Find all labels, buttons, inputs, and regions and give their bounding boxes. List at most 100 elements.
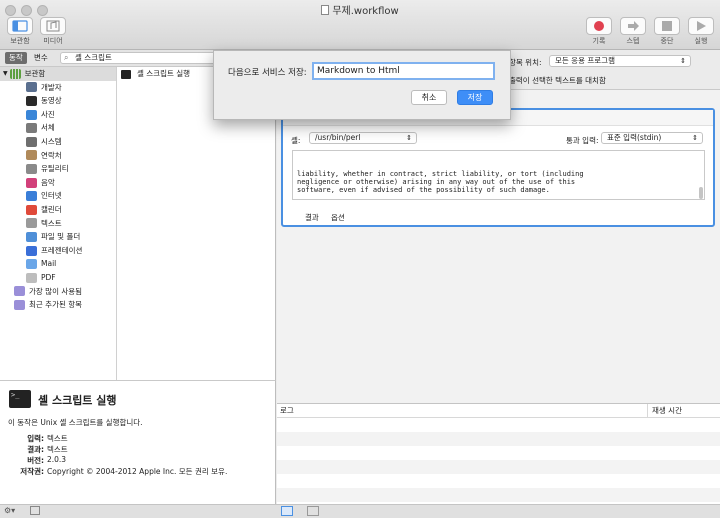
category-icon <box>26 163 37 174</box>
window-title-bar: 무제.workflow <box>0 2 720 17</box>
library-item-label: 음악 <box>41 177 55 187</box>
grid-view-button[interactable] <box>307 506 319 516</box>
log-panel: 로그 재생 시간 <box>277 403 720 504</box>
terminal-large-icon: >_ <box>9 390 31 408</box>
editor-scrollbar[interactable] <box>699 187 703 199</box>
library-root[interactable]: ▼ 보관함 <box>0 67 116 81</box>
play-icon <box>697 21 706 31</box>
log-header: 로그 재생 시간 <box>277 404 720 418</box>
category-icon <box>26 272 37 283</box>
script-line: negligence or otherwise) arising in any … <box>297 177 576 186</box>
category-icon <box>26 218 37 229</box>
save-service-dialog: 다음으로 서비스 저장: Markdown to Html 취소 저장 <box>213 50 511 120</box>
category-icon <box>26 82 37 93</box>
pass-input-popup[interactable]: 표준 입력(stdin) ⇕ <box>601 132 703 144</box>
description-title: 셸 스크립트 실행 <box>38 394 117 407</box>
library-item-label: Mail <box>41 259 57 269</box>
library-item[interactable]: 캘린더 <box>0 203 116 217</box>
smart-group-label: 가장 많이 사용됨 <box>29 286 83 296</box>
smart-folder-icon <box>14 286 25 297</box>
script-line: software, even if advised of the possibi… <box>297 186 550 195</box>
search-value: 셸 스크립트 <box>75 53 112 62</box>
media-button[interactable] <box>40 17 66 35</box>
shell-popup[interactable]: /usr/bin/perl ⇕ <box>309 132 417 144</box>
library-item[interactable]: 텍스트 <box>0 217 116 231</box>
library-item[interactable]: 사진 <box>0 108 116 122</box>
save-as-label: 다음으로 서비스 저장: <box>228 68 307 78</box>
window-title: 무제.workflow <box>332 6 399 17</box>
status-bar: ⚙▾ <box>0 504 720 518</box>
library-item-label: 사진 <box>41 109 55 119</box>
script-line: liability, whether in contract, strict l… <box>297 169 584 178</box>
popup-arrows-icon: ⇕ <box>680 57 686 65</box>
step-icon <box>628 21 639 31</box>
library-item[interactable]: 인터넷 <box>0 189 116 203</box>
stop-button[interactable] <box>654 17 680 35</box>
popup-arrows-icon: ⇕ <box>692 134 698 142</box>
library-item[interactable]: 유틸리티 <box>0 162 116 176</box>
category-icon <box>26 109 37 120</box>
script-line <box>297 194 700 199</box>
library-item[interactable]: 연락처 <box>0 149 116 163</box>
library-item[interactable]: Mail <box>0 257 116 271</box>
step-button[interactable] <box>620 17 646 35</box>
popup-arrows-icon: ⇕ <box>406 134 412 142</box>
description-field: 결과: 텍스트 <box>0 444 276 455</box>
field-key: 저작권: <box>20 467 44 476</box>
category-icon <box>26 231 37 242</box>
library-item-label: 동영상 <box>41 96 62 106</box>
record-button[interactable] <box>586 17 612 35</box>
library-item[interactable]: 동영상 <box>0 94 116 108</box>
run-button[interactable] <box>688 17 714 35</box>
library-toggle-button[interactable] <box>7 17 33 35</box>
service-name-input[interactable]: Markdown to Html <box>312 62 495 80</box>
script-editor[interactable]: liability, whether in contract, strict l… <box>292 150 705 200</box>
library-item[interactable]: 파일 및 폴더 <box>0 230 116 244</box>
tab-results[interactable]: 결과 <box>305 212 319 223</box>
library-item[interactable]: PDF <box>0 271 116 285</box>
field-key: 버전: <box>27 456 44 465</box>
smart-group-item[interactable]: 가장 많이 사용됨 <box>0 285 116 299</box>
library-item[interactable]: 음악 <box>0 176 116 190</box>
gear-icon[interactable]: ⚙▾ <box>4 506 15 515</box>
location-popup[interactable]: 모든 응용 프로그램 ⇕ <box>549 55 691 67</box>
library-item[interactable]: 시스템 <box>0 135 116 149</box>
duration-column-header: 재생 시간 <box>647 404 682 418</box>
library-item-label: 파일 및 폴더 <box>41 232 81 242</box>
category-icon <box>26 123 37 134</box>
category-icon <box>26 95 37 106</box>
cancel-button[interactable]: 취소 <box>411 90 447 105</box>
media-label: 미디어 <box>43 37 63 45</box>
library-item[interactable]: 개발자 <box>0 81 116 95</box>
show-description-button[interactable] <box>30 506 40 515</box>
library-icon <box>9 68 21 79</box>
smart-folder-icon <box>14 299 25 310</box>
smart-group-item[interactable]: 최근 추가된 항목 <box>0 298 116 312</box>
save-button[interactable]: 저장 <box>457 90 493 105</box>
library-item[interactable]: 서체 <box>0 121 116 135</box>
tab-actions[interactable]: 동작 <box>5 52 27 64</box>
description-field: 버전: 2.0.3 <box>0 455 276 466</box>
category-icon <box>26 191 37 202</box>
tab-variables[interactable]: 변수 <box>30 52 52 64</box>
field-key: 입력: <box>27 434 44 443</box>
field-value: 2.0.3 <box>47 455 67 464</box>
library-item[interactable]: 프레젠테이션 <box>0 244 116 258</box>
description-field: 저작권: Copyright © 2004-2012 Apple Inc. 모든 … <box>0 466 276 477</box>
category-icon <box>26 136 37 147</box>
tab-options[interactable]: 옵션 <box>331 212 345 223</box>
location-label: 항목 위치: <box>509 58 542 67</box>
shell-value: /usr/bin/perl <box>315 133 361 142</box>
library-item-label: 캘린더 <box>41 204 62 214</box>
media-icon <box>46 20 60 32</box>
log-column-header: 로그 <box>280 406 294 415</box>
library-item-label: 서체 <box>41 123 55 133</box>
list-view-button[interactable] <box>281 506 293 516</box>
shell-label: 셸: <box>291 136 301 145</box>
library-panel-icon <box>12 20 28 32</box>
window-toolbar: 무제.workflow 보관함 미디어 기록 스텝 중단 실행 <box>0 0 720 50</box>
search-icon: ⌕ <box>64 53 69 62</box>
record-icon <box>594 21 604 31</box>
category-icon <box>26 245 37 256</box>
category-icon <box>26 150 37 161</box>
